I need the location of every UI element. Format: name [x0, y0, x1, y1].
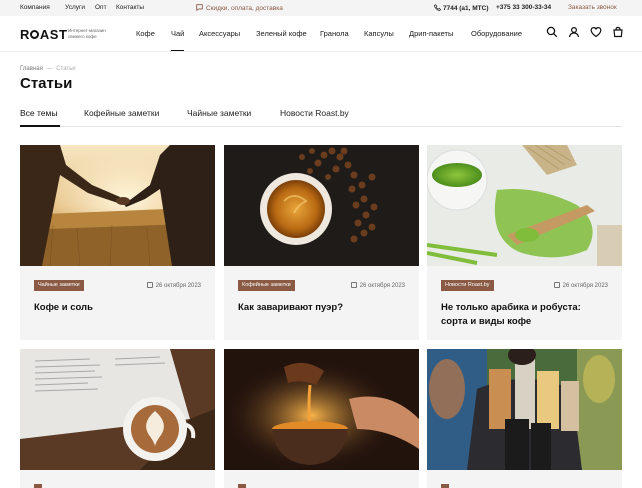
article-date-text: 26 октября 2023 [562, 283, 608, 289]
article-card[interactable] [427, 349, 622, 488]
top-bar: Компания Услуги Опт Контакты Скидки, опл… [0, 0, 642, 16]
article-card[interactable] [20, 349, 215, 488]
chat-icon [196, 4, 203, 12]
breadcrumb: Главная — Статьи [20, 66, 76, 72]
tab-coffee-notes[interactable]: Кофейные заметки [84, 108, 159, 118]
breadcrumb-current: Статьи [56, 66, 76, 72]
page-title: Статьи [20, 75, 73, 92]
heart-icon[interactable] [590, 26, 602, 38]
calendar-icon [146, 282, 153, 288]
callback-link[interactable]: Заказать звонок [568, 4, 617, 11]
article-image [224, 145, 419, 266]
article-title[interactable]: Кофе и соль [34, 301, 202, 315]
article-date-text: 26 октября 2023 [155, 283, 201, 289]
promo-link[interactable]: Скидки, оплата, доставка [196, 4, 283, 12]
article-image [20, 349, 215, 470]
phone-icon [433, 4, 442, 12]
article-card[interactable]: Чайные заметки 26 октября 2023 Кофе и со… [20, 145, 215, 340]
header-divider [0, 51, 642, 52]
article-image [224, 349, 419, 470]
article-image [20, 145, 215, 266]
category-badge[interactable]: Чайные заметки [34, 280, 84, 291]
promo-label: Скидки, оплата, доставка [206, 5, 283, 12]
category-badge[interactable] [238, 484, 246, 488]
tab-all-topics[interactable]: Все темы [20, 108, 58, 118]
tab-roast-news[interactable]: Новости Roast.by [280, 108, 349, 118]
cart-icon[interactable] [612, 26, 624, 38]
article-image [427, 145, 622, 266]
category-badge[interactable]: Кофейные заметки [238, 280, 295, 291]
nav-item-accessories[interactable]: Аксессуары [199, 29, 240, 38]
article-image [427, 349, 622, 470]
article-title[interactable]: Как заваривают пуэр? [238, 301, 406, 315]
calendar-icon [350, 282, 357, 288]
nav-item-green-coffee[interactable]: Зеленый кофе [256, 29, 307, 38]
article-date-text: 26 октября 2023 [359, 283, 405, 289]
search-icon[interactable] [546, 26, 558, 38]
nav-item-capsules[interactable]: Капсулы [364, 29, 394, 38]
breadcrumb-home[interactable]: Главная [20, 66, 43, 72]
nav-item-tea[interactable]: Чай [171, 29, 184, 38]
phone-1[interactable]: 7744 (a1, МТС) [433, 4, 489, 12]
article-title[interactable]: Не только арабика и робуста: сорта и вид… [441, 301, 609, 329]
article-date: 26 октября 2023 [146, 282, 201, 289]
phone-1-label: 7744 (a1, МТС) [443, 5, 489, 12]
article-date: 26 октября 2023 [553, 282, 608, 289]
nav-item-drip-bags[interactable]: Дрип-пакеты [409, 29, 453, 38]
category-badge[interactable]: Новости Roast.by [441, 280, 494, 291]
tabs-underline [20, 126, 622, 127]
topbar-link-contacts[interactable]: Контакты [116, 4, 144, 11]
topbar-link-company[interactable]: Компания [20, 4, 50, 11]
article-card[interactable] [224, 349, 419, 488]
main-header: R AST Интернет-магазин свежего кофе Кофе … [0, 16, 642, 52]
tab-active-indicator [20, 125, 60, 127]
topbar-link-services[interactable]: Услуги [65, 4, 85, 11]
breadcrumb-separator: — [46, 66, 53, 72]
category-badge[interactable] [441, 484, 449, 488]
article-card[interactable]: Новости Roast.by 26 октября 2023 Не толь… [427, 145, 622, 340]
phone-2[interactable]: +375 33 300-33-34 [496, 4, 551, 11]
calendar-icon [553, 282, 560, 288]
nav-item-granola[interactable]: Гранола [320, 29, 349, 38]
article-date: 26 октября 2023 [350, 282, 405, 289]
nav-item-equipment[interactable]: Оборудование [471, 29, 522, 38]
tagline: Интернет-магазин свежего кофе [68, 28, 106, 39]
user-icon[interactable] [568, 26, 580, 38]
article-card[interactable]: Кофейные заметки 26 октября 2023 Как зав… [224, 145, 419, 340]
tab-tea-notes[interactable]: Чайные заметки [187, 108, 251, 118]
nav-item-coffee[interactable]: Кофе [136, 29, 155, 38]
logo[interactable]: R AST [20, 27, 67, 42]
topbar-link-wholesale[interactable]: Опт [95, 4, 107, 11]
category-badge[interactable] [34, 484, 42, 488]
